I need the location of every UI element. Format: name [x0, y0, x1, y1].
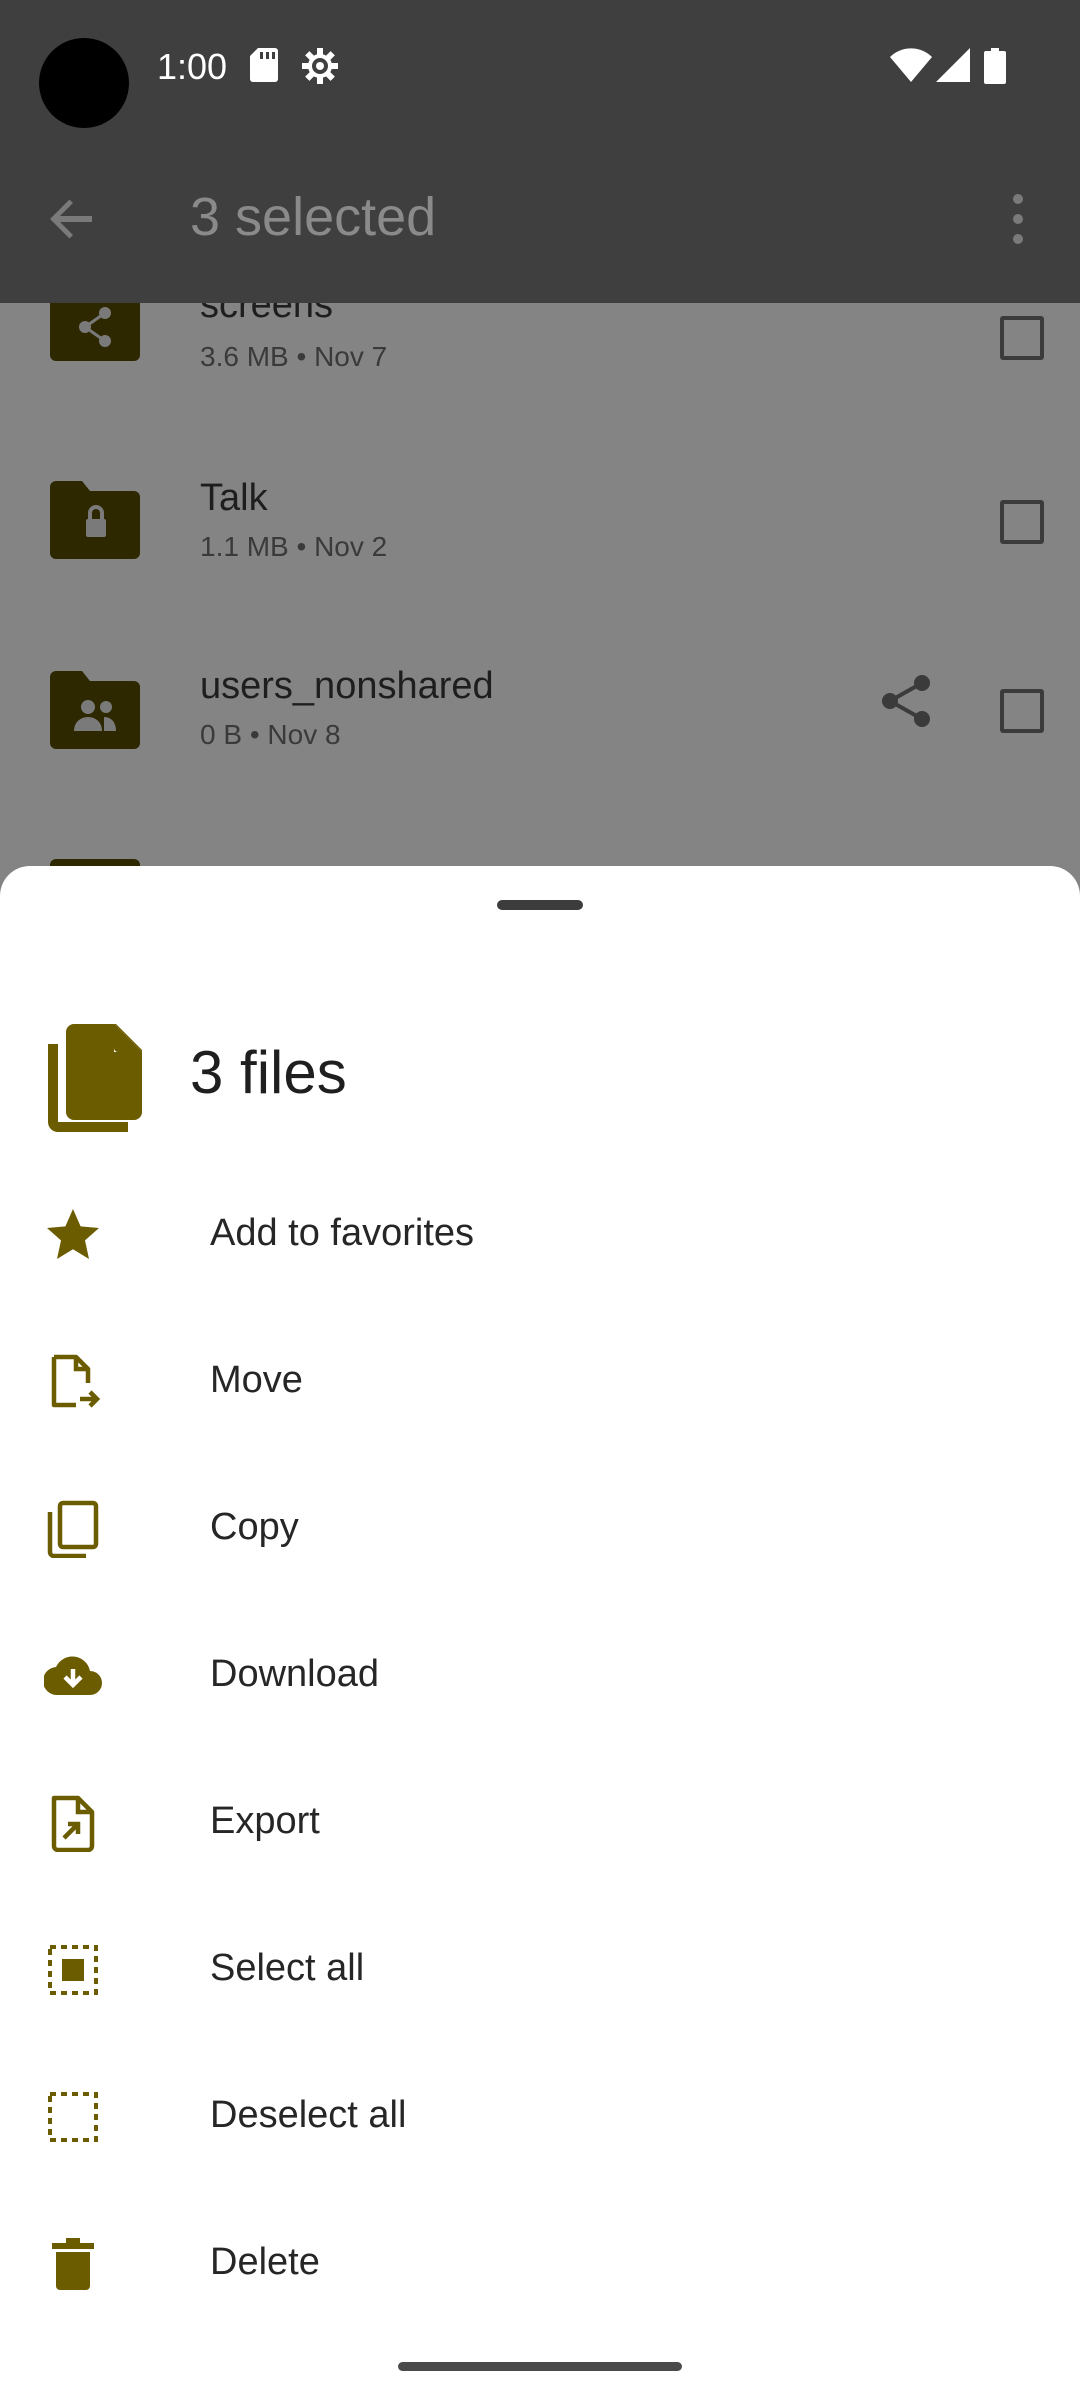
delete-action[interactable]: Delete — [0, 2189, 1080, 2336]
battery-icon — [984, 48, 1006, 84]
share-icon[interactable] — [880, 673, 932, 729]
move-action[interactable]: Move — [0, 1307, 1080, 1454]
select-all-action[interactable]: Select all — [0, 1895, 1080, 2042]
deselect-all-icon — [48, 2092, 98, 2142]
action-label: Delete — [210, 2241, 320, 2283]
file-name: screens — [200, 303, 334, 326]
arrow-back-icon[interactable] — [44, 191, 100, 247]
export-icon — [51, 1795, 95, 1852]
download-action[interactable]: Download — [0, 1601, 1080, 1748]
screen: 1:00 3 selected screens 3.6 MB • Nov 7 T… — [0, 0, 1080, 2400]
export-action[interactable]: Export — [0, 1748, 1080, 1895]
gesture-nav-bar[interactable] — [398, 2362, 682, 2371]
move-file-icon — [51, 1354, 101, 1408]
star-icon — [47, 1209, 99, 1259]
files-icon — [48, 1024, 142, 1132]
selection-count-title: 3 selected — [190, 187, 437, 247]
action-label: Copy — [210, 1506, 299, 1548]
action-label: Select all — [210, 1947, 365, 1989]
file-meta: 3.6 MB • Nov 7 — [200, 341, 388, 372]
sd-card-icon — [250, 48, 278, 82]
select-checkbox[interactable] — [1000, 500, 1044, 544]
cell-signal-icon — [936, 48, 970, 82]
add-to-favorites-action[interactable]: Add to favorites — [0, 1160, 1080, 1307]
group-folder-icon — [50, 671, 140, 749]
select-checkbox[interactable] — [1000, 689, 1044, 733]
file-meta: 0 B • Nov 8 — [200, 719, 341, 750]
deselect-all-action[interactable]: Deselect all — [0, 2042, 1080, 2189]
file-row[interactable]: users_nonshared 0 B • Nov 8 — [0, 609, 1080, 797]
status-time: 1:00 — [157, 46, 228, 87]
select-all-icon — [48, 1945, 98, 1995]
more-vert-icon[interactable] — [1000, 191, 1036, 247]
bottom-sheet: 3 files Add to favorites Move Copy Downl… — [0, 866, 1080, 2400]
status-bar: 1:00 — [0, 0, 1080, 135]
action-label: Move — [210, 1359, 303, 1401]
drag-handle[interactable] — [497, 900, 583, 910]
settings-gear-icon — [302, 48, 338, 84]
app-bar: 3 selected — [0, 135, 1080, 303]
sheet-title: 3 files — [190, 1039, 347, 1106]
wifi-icon — [890, 48, 932, 82]
copy-icon — [47, 1500, 99, 1558]
shared-folder-icon — [50, 303, 140, 361]
file-name: users_nonshared — [200, 665, 494, 707]
copy-action[interactable]: Copy — [0, 1454, 1080, 1601]
cloud-download-icon — [44, 1656, 102, 1696]
file-list: screens 3.6 MB • Nov 7 Talk 1.1 MB • Nov… — [0, 303, 1080, 903]
action-label: Export — [210, 1800, 320, 1842]
action-label: Deselect all — [210, 2094, 407, 2136]
locked-folder-icon — [50, 481, 140, 559]
file-row[interactable]: screens 3.6 MB • Nov 7 — [0, 303, 1080, 421]
file-meta: 1.1 MB • Nov 2 — [200, 531, 388, 562]
file-row[interactable]: Talk 1.1 MB • Nov 2 — [0, 421, 1080, 609]
file-name: Talk — [200, 477, 268, 519]
select-checkbox[interactable] — [1000, 316, 1044, 360]
camera-cutout — [39, 38, 129, 128]
action-label: Download — [210, 1653, 379, 1695]
action-label: Add to favorites — [210, 1212, 475, 1254]
trash-icon — [52, 2238, 94, 2290]
